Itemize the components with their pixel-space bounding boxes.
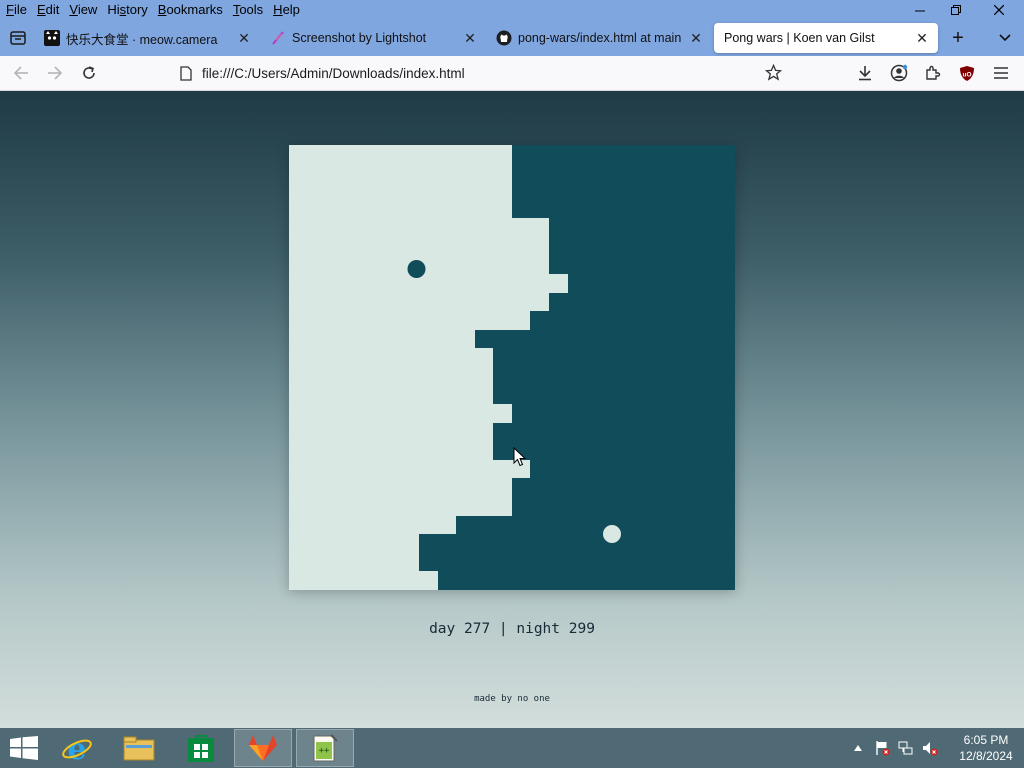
taskbar-internet-explorer[interactable]: e	[48, 729, 106, 767]
svg-text:++: ++	[319, 746, 330, 756]
chevron-down-icon	[999, 34, 1011, 42]
clock-time: 6:05 PM	[963, 733, 1009, 747]
forward-button[interactable]	[38, 56, 72, 90]
list-all-tabs-button[interactable]	[990, 20, 1020, 56]
window-controls	[902, 0, 1024, 20]
tab-lightshot[interactable]: Screenshot by Lightshot ✕	[262, 23, 486, 53]
taskbar-file-explorer[interactable]	[110, 729, 168, 767]
restore-icon	[951, 5, 961, 15]
tab-bar: 快乐大食堂 · meow.camera ✕ Screenshot by Ligh…	[0, 20, 1024, 56]
account-icon	[890, 64, 908, 82]
bookmark-star-icon[interactable]	[764, 63, 783, 84]
arrow-right-icon	[48, 66, 63, 80]
puzzle-icon	[926, 65, 941, 80]
download-icon	[859, 66, 871, 81]
close-tab-icon[interactable]: ✕	[914, 30, 930, 46]
network-icon[interactable]	[894, 728, 918, 768]
firefox-view-icon	[10, 31, 26, 45]
close-tab-icon[interactable]: ✕	[236, 30, 252, 46]
plus-icon: +	[952, 26, 964, 49]
navigation-toolbar: file:///C:/Users/Admin/Downloads/index.h…	[0, 56, 1024, 91]
menu-history[interactable]: History	[101, 0, 151, 20]
menu-tools[interactable]: Tools	[227, 0, 267, 20]
close-icon	[994, 5, 1004, 15]
arrow-left-icon	[13, 66, 28, 80]
close-tab-icon[interactable]: ✕	[688, 30, 704, 46]
windows-taskbar: e ++ 6:05 PM 12/8/2024	[0, 728, 1024, 768]
volume-muted-icon[interactable]	[918, 728, 942, 768]
tab-title: pong-wars/index.html at main	[518, 31, 682, 45]
new-tab-button[interactable]: +	[940, 20, 976, 56]
svg-text:e: e	[67, 732, 86, 764]
show-hidden-icons-button[interactable]	[846, 728, 870, 768]
menu-bar: File Edit View History Bookmarks Tools H…	[0, 0, 1024, 20]
extensions-button[interactable]	[916, 56, 950, 90]
menu-edit[interactable]: Edit	[31, 0, 63, 20]
gitlab-icon	[249, 735, 277, 761]
github-icon	[496, 30, 512, 46]
minimize-icon	[915, 10, 925, 12]
hamburger-menu-icon	[994, 67, 1008, 79]
tab-title: Screenshot by Lightshot	[292, 31, 427, 45]
menu-file[interactable]: File	[0, 0, 31, 20]
ublock-origin-button[interactable]: uO	[950, 56, 984, 90]
mouse-cursor-icon	[513, 447, 527, 467]
taskbar-store[interactable]	[172, 729, 230, 767]
notepadpp-icon: ++	[313, 734, 338, 762]
close-window-button[interactable]	[974, 0, 1024, 20]
reload-button[interactable]	[72, 56, 106, 90]
page-icon	[176, 63, 196, 83]
svg-text:uO: uO	[962, 71, 971, 78]
made-by-text: made by no one	[474, 694, 550, 704]
tab-title: Pong wars | Koen van Gilst	[724, 31, 875, 45]
url-bar[interactable]: file:///C:/Users/Admin/Downloads/index.h…	[168, 58, 790, 88]
minimize-button[interactable]	[902, 0, 938, 20]
lightshot-feather-icon	[270, 30, 286, 46]
toolbar-right: uO	[848, 56, 1018, 90]
night-ball	[407, 260, 426, 278]
close-tab-icon[interactable]: ✕	[462, 30, 478, 46]
file-explorer-icon	[123, 736, 155, 761]
pong-wars-canvas	[289, 145, 735, 590]
clock-date: 12/8/2024	[959, 749, 1013, 763]
menu-view[interactable]: View	[63, 0, 101, 20]
internet-explorer-icon: e	[62, 732, 92, 764]
windows-logo-icon	[10, 736, 38, 760]
action-center-flag-icon[interactable]	[870, 728, 894, 768]
chevron-up-icon	[854, 745, 862, 751]
downloads-button[interactable]	[848, 56, 882, 90]
score-text: day 277 | night 299	[429, 621, 595, 637]
tab-title: 快乐大食堂 · meow.camera	[66, 32, 218, 47]
ublock-shield-icon: uO	[960, 65, 974, 81]
start-button[interactable]	[0, 728, 48, 768]
taskbar-firefox-gitlab[interactable]	[234, 729, 292, 767]
firefox-view-button[interactable]	[0, 20, 36, 56]
reload-icon	[83, 66, 95, 79]
back-button[interactable]	[4, 56, 38, 90]
day-ball	[603, 525, 621, 543]
system-tray: 6:05 PM 12/8/2024	[846, 728, 1024, 768]
clock[interactable]: 6:05 PM 12/8/2024	[948, 732, 1024, 764]
taskbar-notepad-plus-plus[interactable]: ++	[296, 729, 354, 767]
restore-button[interactable]	[938, 0, 974, 20]
store-icon	[188, 735, 214, 762]
page-content: day 277 | night 299 made by no one	[0, 91, 1024, 728]
menu-help[interactable]: Help	[267, 0, 304, 20]
app-menu-button[interactable]	[984, 56, 1018, 90]
tab-pong-wars[interactable]: Pong wars | Koen van Gilst ✕	[714, 23, 938, 53]
account-button[interactable]	[882, 56, 916, 90]
url-text: file:///C:/Users/Admin/Downloads/index.h…	[202, 65, 465, 81]
cat-favicon-icon	[44, 30, 60, 46]
tab-github-pong-wars[interactable]: pong-wars/index.html at main ✕	[488, 23, 712, 53]
tab-meow-camera[interactable]: 快乐大食堂 · meow.camera ✕	[36, 23, 260, 53]
menu-bookmarks[interactable]: Bookmarks	[152, 0, 227, 20]
